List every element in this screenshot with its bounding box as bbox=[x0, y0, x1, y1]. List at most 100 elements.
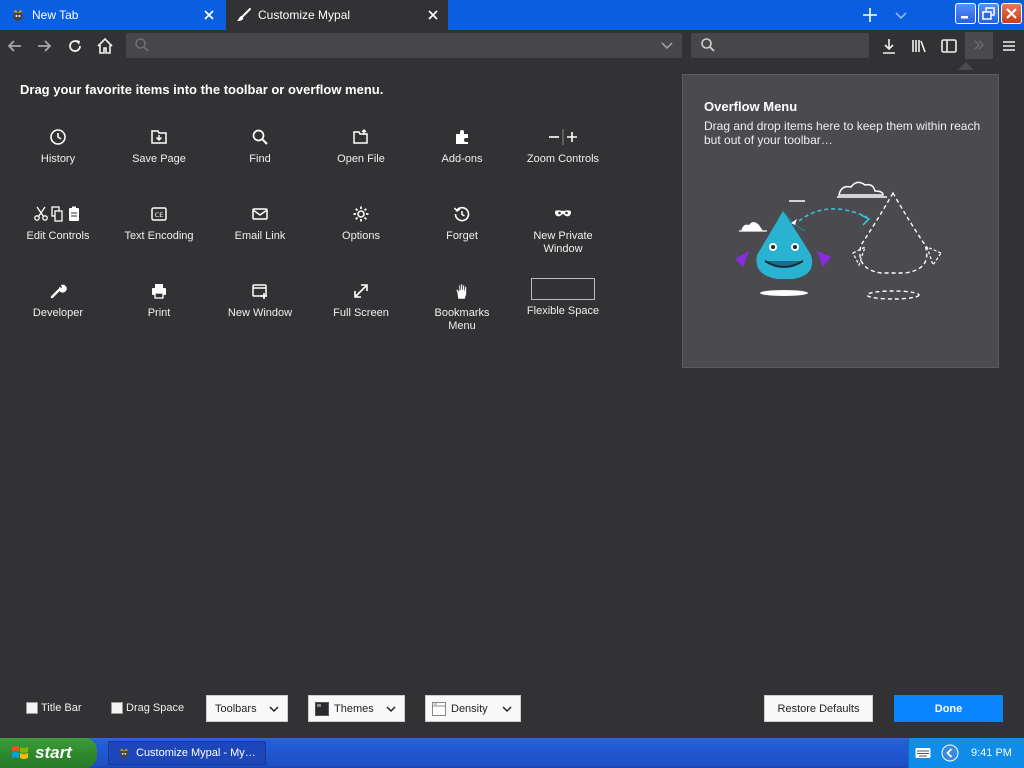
overflow-chevron-icon bbox=[974, 40, 985, 50]
palette-item-full-screen[interactable]: Full Screen bbox=[311, 281, 411, 320]
minimize-window-button[interactable] bbox=[955, 3, 976, 24]
themes-label: Themes bbox=[334, 702, 374, 715]
print-icon bbox=[149, 281, 169, 301]
new-tab-plus-icon[interactable] bbox=[861, 6, 879, 24]
palette-item-label: Full Screen bbox=[333, 307, 389, 319]
palette-item-find[interactable]: Find bbox=[210, 127, 310, 166]
taskbar-item-label: Customize Mypal - My… bbox=[136, 747, 256, 759]
themes-dropdown[interactable]: Themes bbox=[308, 695, 405, 722]
close-icon bbox=[1006, 8, 1017, 19]
overflow-panel[interactable]: Overflow Menu Drag and drop items here t… bbox=[682, 74, 999, 368]
url-dropdown-chevron-icon[interactable] bbox=[660, 39, 674, 53]
palette-item-new-private-window[interactable]: New Private Window bbox=[513, 204, 613, 256]
toolbars-dropdown[interactable]: Toolbars bbox=[206, 695, 288, 722]
menu-icon[interactable] bbox=[1000, 37, 1018, 55]
close-tab-icon[interactable] bbox=[202, 8, 216, 22]
mypal-logo-icon bbox=[13, 10, 23, 21]
taskbar-item-customize-mypal[interactable]: Customize Mypal - My… bbox=[108, 741, 266, 765]
home-icon[interactable] bbox=[96, 37, 114, 55]
done-button[interactable]: Done bbox=[894, 695, 1003, 722]
palette-item-label: Text Encoding bbox=[124, 230, 194, 242]
keyboard-icon[interactable] bbox=[915, 747, 931, 759]
tab-label: New Tab bbox=[32, 8, 79, 22]
overflow-panel-description: Drag and drop items here to keep them wi… bbox=[704, 119, 981, 147]
forward-icon[interactable] bbox=[35, 37, 53, 55]
tab-strip: New Tab Customize Mypal bbox=[0, 0, 1024, 30]
palette-item-zoom-controls[interactable]: Zoom Controls bbox=[513, 127, 613, 166]
drag-space-label: Drag Space bbox=[126, 702, 185, 714]
start-label: start bbox=[35, 743, 72, 762]
library-icon[interactable] bbox=[910, 37, 928, 55]
palette-item-label: New Private Window bbox=[533, 230, 593, 255]
palette-item-developer[interactable]: Developer bbox=[8, 281, 108, 320]
private-window-icon bbox=[553, 204, 573, 224]
text-encoding-icon: CE bbox=[149, 204, 169, 224]
density-icon bbox=[432, 701, 446, 716]
overflow-panel-arrow bbox=[958, 62, 974, 70]
palette-item-save-page[interactable]: Save Page bbox=[109, 127, 209, 166]
palette-item-label: Open File bbox=[337, 153, 385, 165]
palette-item-label: Developer bbox=[32, 307, 84, 319]
edit-controls-icon bbox=[34, 204, 82, 224]
palette-item-flexible-space[interactable]: Flexible Space bbox=[513, 278, 613, 318]
palette-item-history[interactable]: History bbox=[8, 127, 108, 166]
palette-item-label: Print bbox=[147, 307, 171, 319]
palette-item-edit-controls[interactable]: Edit Controls bbox=[8, 204, 108, 243]
paintbrush-icon bbox=[237, 8, 251, 21]
windows-logo-icon bbox=[12, 746, 28, 759]
palette-item-new-window[interactable]: New Window bbox=[210, 281, 310, 320]
chevron-down-icon bbox=[269, 706, 279, 713]
palette-item-print[interactable]: Print bbox=[109, 281, 209, 320]
palette-item-label: Bookmarks Menu bbox=[434, 307, 490, 332]
show-hidden-icons-chevron-icon[interactable] bbox=[941, 744, 959, 762]
back-icon[interactable] bbox=[6, 37, 24, 55]
palette-item-options[interactable]: Options bbox=[311, 204, 411, 243]
palette-item-label: New Window bbox=[227, 307, 293, 319]
drag-space-checkbox[interactable] bbox=[111, 702, 123, 714]
url-bar[interactable] bbox=[126, 33, 682, 58]
clock[interactable]: 9:41 PM bbox=[971, 747, 1012, 759]
palette-item-open-file[interactable]: Open File bbox=[311, 127, 411, 166]
palette-item-text-encoding[interactable]: CE Text Encoding bbox=[109, 204, 209, 243]
start-button[interactable]: start bbox=[0, 738, 97, 768]
email-link-icon bbox=[250, 204, 270, 224]
title-bar-label: Title Bar bbox=[41, 702, 82, 714]
palette-item-label: Options bbox=[342, 230, 380, 242]
tab-new-tab[interactable]: New Tab bbox=[0, 0, 224, 30]
palette-item-label: Zoom Controls bbox=[526, 153, 600, 165]
list-all-tabs-chevron-icon[interactable] bbox=[892, 6, 910, 24]
taskbar: start Customize Mypal - My… 9:41 PM bbox=[0, 738, 1024, 768]
tab-customize-mypal[interactable]: Customize Mypal bbox=[226, 0, 448, 30]
options-icon bbox=[351, 204, 371, 224]
chevron-down-icon bbox=[386, 706, 396, 713]
close-tab-icon[interactable] bbox=[426, 8, 440, 22]
search-icon bbox=[701, 38, 715, 52]
palette-heading: Drag your favorite items into the toolba… bbox=[20, 82, 384, 97]
palette-item-email-link[interactable]: Email Link bbox=[210, 204, 310, 243]
title-bar-checkbox[interactable] bbox=[26, 702, 38, 714]
sidebar-icon[interactable] bbox=[940, 37, 958, 55]
palette-item-bookmarks-menu[interactable]: Bookmarks Menu bbox=[412, 281, 512, 333]
downloads-icon[interactable] bbox=[880, 37, 898, 55]
reload-icon[interactable] bbox=[66, 37, 84, 55]
palette-item-add-ons[interactable]: Add-ons bbox=[412, 127, 512, 166]
overflow-menu-button[interactable] bbox=[965, 32, 993, 59]
zoom-controls-icon bbox=[546, 127, 580, 147]
system-tray: 9:41 PM bbox=[908, 738, 1024, 768]
restore-window-button[interactable] bbox=[978, 3, 999, 24]
close-window-button[interactable] bbox=[1001, 3, 1022, 24]
find-icon bbox=[250, 127, 270, 147]
toolbars-label: Toolbars bbox=[215, 702, 257, 715]
theme-swatch-icon bbox=[315, 701, 329, 716]
title-bar-toggle[interactable]: Title Bar bbox=[26, 702, 82, 714]
minimize-icon bbox=[961, 16, 968, 19]
history-icon bbox=[48, 127, 68, 147]
density-dropdown[interactable]: Density bbox=[425, 695, 521, 722]
restore-defaults-button[interactable]: Restore Defaults bbox=[764, 695, 873, 722]
drag-space-toggle[interactable]: Drag Space bbox=[111, 702, 184, 714]
density-label: Density bbox=[451, 702, 488, 715]
chevron-down-icon bbox=[502, 706, 512, 713]
palette-item-label: Flexible Space bbox=[526, 305, 600, 317]
palette-item-forget[interactable]: Forget bbox=[412, 204, 512, 243]
search-bar[interactable] bbox=[691, 33, 869, 58]
